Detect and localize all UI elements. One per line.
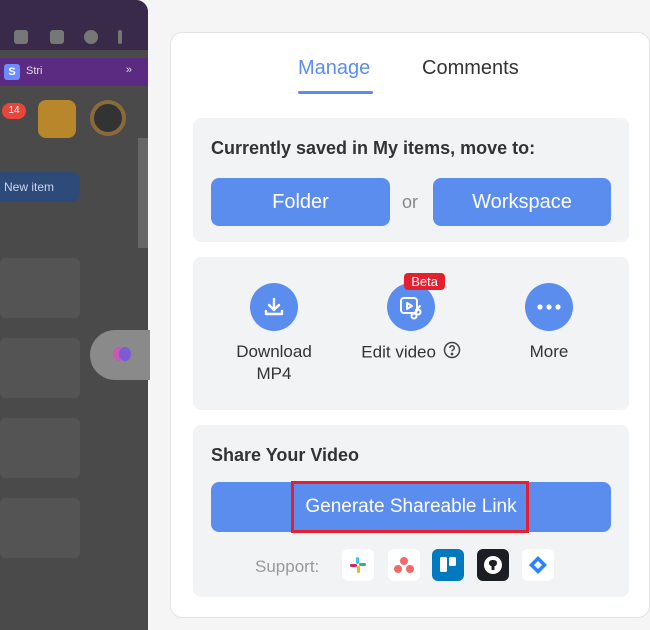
share-section: Share Your Video Generate Shareable Link…	[193, 425, 629, 597]
preview-card	[0, 418, 80, 478]
more-dots-icon	[525, 283, 573, 331]
trello-icon[interactable]	[432, 549, 464, 581]
edit-video-label: Edit video	[361, 342, 436, 362]
slack-icon[interactable]	[342, 549, 374, 581]
edit-video-icon: Beta	[387, 273, 445, 331]
actions-section: Download MP4 Beta Edit video More	[193, 257, 629, 410]
panel-tabs: Manage Comments	[171, 57, 649, 97]
download-mp4-action[interactable]: Download MP4	[214, 283, 334, 385]
tab-favicon: S	[4, 64, 20, 80]
ai-assistant-bubble	[90, 330, 150, 380]
beta-badge: Beta	[404, 273, 445, 290]
jira-icon[interactable]	[522, 549, 554, 581]
preview-card	[0, 338, 80, 398]
asana-icon[interactable]	[388, 549, 420, 581]
tab-comments[interactable]: Comments	[422, 57, 519, 80]
download-format-label: MP4	[256, 364, 292, 383]
toolbar-icon	[50, 30, 64, 44]
browser-tab-label: Stri	[26, 65, 43, 77]
tab-overflow-icon: »	[125, 64, 132, 76]
share-section-title: Share Your Video	[211, 445, 360, 465]
tab-manage[interactable]: Manage	[298, 57, 370, 80]
active-tab-underline	[298, 91, 373, 94]
preview-card	[0, 258, 80, 318]
app-icon	[38, 100, 76, 138]
move-section: Currently saved in My items, move to: Fo…	[193, 118, 629, 242]
workspace-button[interactable]: Workspace	[433, 178, 611, 226]
video-preview-background: S Stri » 14 New item	[0, 0, 148, 630]
scrollbar	[138, 138, 148, 248]
download-icon	[250, 283, 298, 331]
folder-button[interactable]: Folder	[211, 178, 390, 226]
browser-tab-row: S Stri »	[0, 58, 148, 86]
brain-icon	[112, 344, 132, 369]
help-circle-icon[interactable]	[443, 341, 461, 365]
manage-panel: Manage Comments Currently saved in My it…	[170, 32, 650, 618]
new-item-button: New item	[0, 172, 80, 202]
or-separator: or	[402, 192, 419, 212]
download-label: Download	[236, 342, 312, 361]
highlight-annotation	[291, 481, 529, 533]
edit-video-action[interactable]: Beta Edit video	[351, 273, 471, 365]
support-label: Support:	[255, 557, 320, 576]
move-section-title: Currently saved in My items, move to:	[211, 138, 536, 158]
preview-card	[0, 498, 80, 558]
github-icon[interactable]	[477, 549, 509, 581]
more-label: More	[529, 342, 569, 361]
toolbar-icon	[84, 30, 98, 44]
app-icon	[90, 100, 126, 136]
notification-badge: 14	[2, 103, 26, 119]
more-action[interactable]: More	[489, 283, 609, 363]
toolbar-icon	[14, 30, 28, 44]
toolbar-icon	[118, 30, 122, 44]
